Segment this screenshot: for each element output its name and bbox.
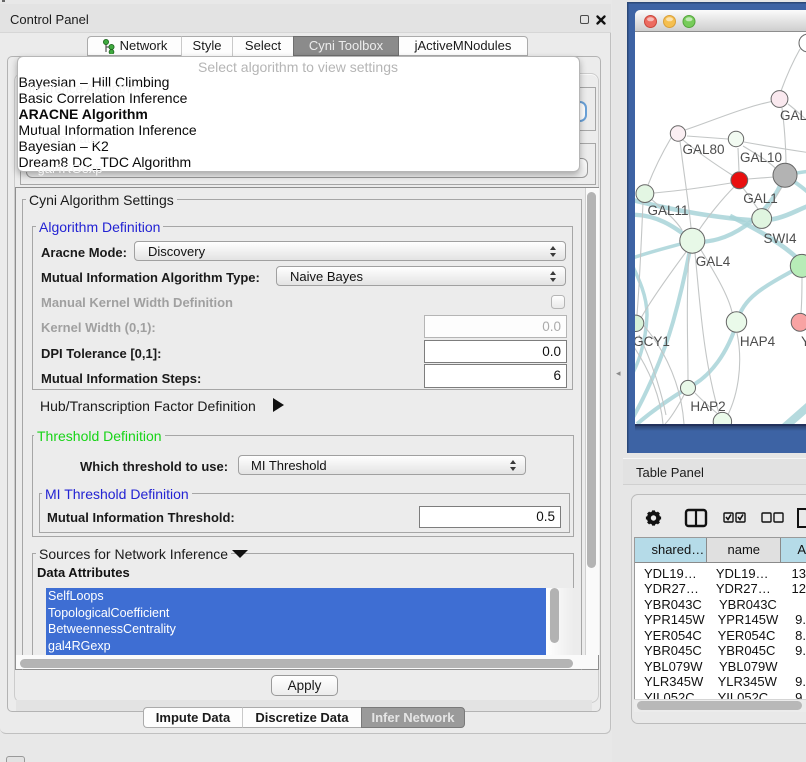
svg-text:GAL1: GAL1 bbox=[743, 191, 778, 206]
svg-text:GAL4: GAL4 bbox=[695, 254, 730, 269]
svg-text:GAL80: GAL80 bbox=[682, 142, 724, 157]
svg-text:GAL11: GAL11 bbox=[647, 203, 688, 218]
svg-text:HAP2: HAP2 bbox=[690, 399, 725, 414]
svg-text:SWI4: SWI4 bbox=[763, 231, 796, 246]
svg-text:Y: Y bbox=[801, 334, 806, 349]
svg-text:GAL2: GAL2 bbox=[780, 108, 806, 123]
svg-text:GAL10: GAL10 bbox=[739, 150, 781, 165]
svg-text:HAP4: HAP4 bbox=[739, 334, 775, 349]
svg-text:GCY1: GCY1 bbox=[635, 334, 670, 349]
